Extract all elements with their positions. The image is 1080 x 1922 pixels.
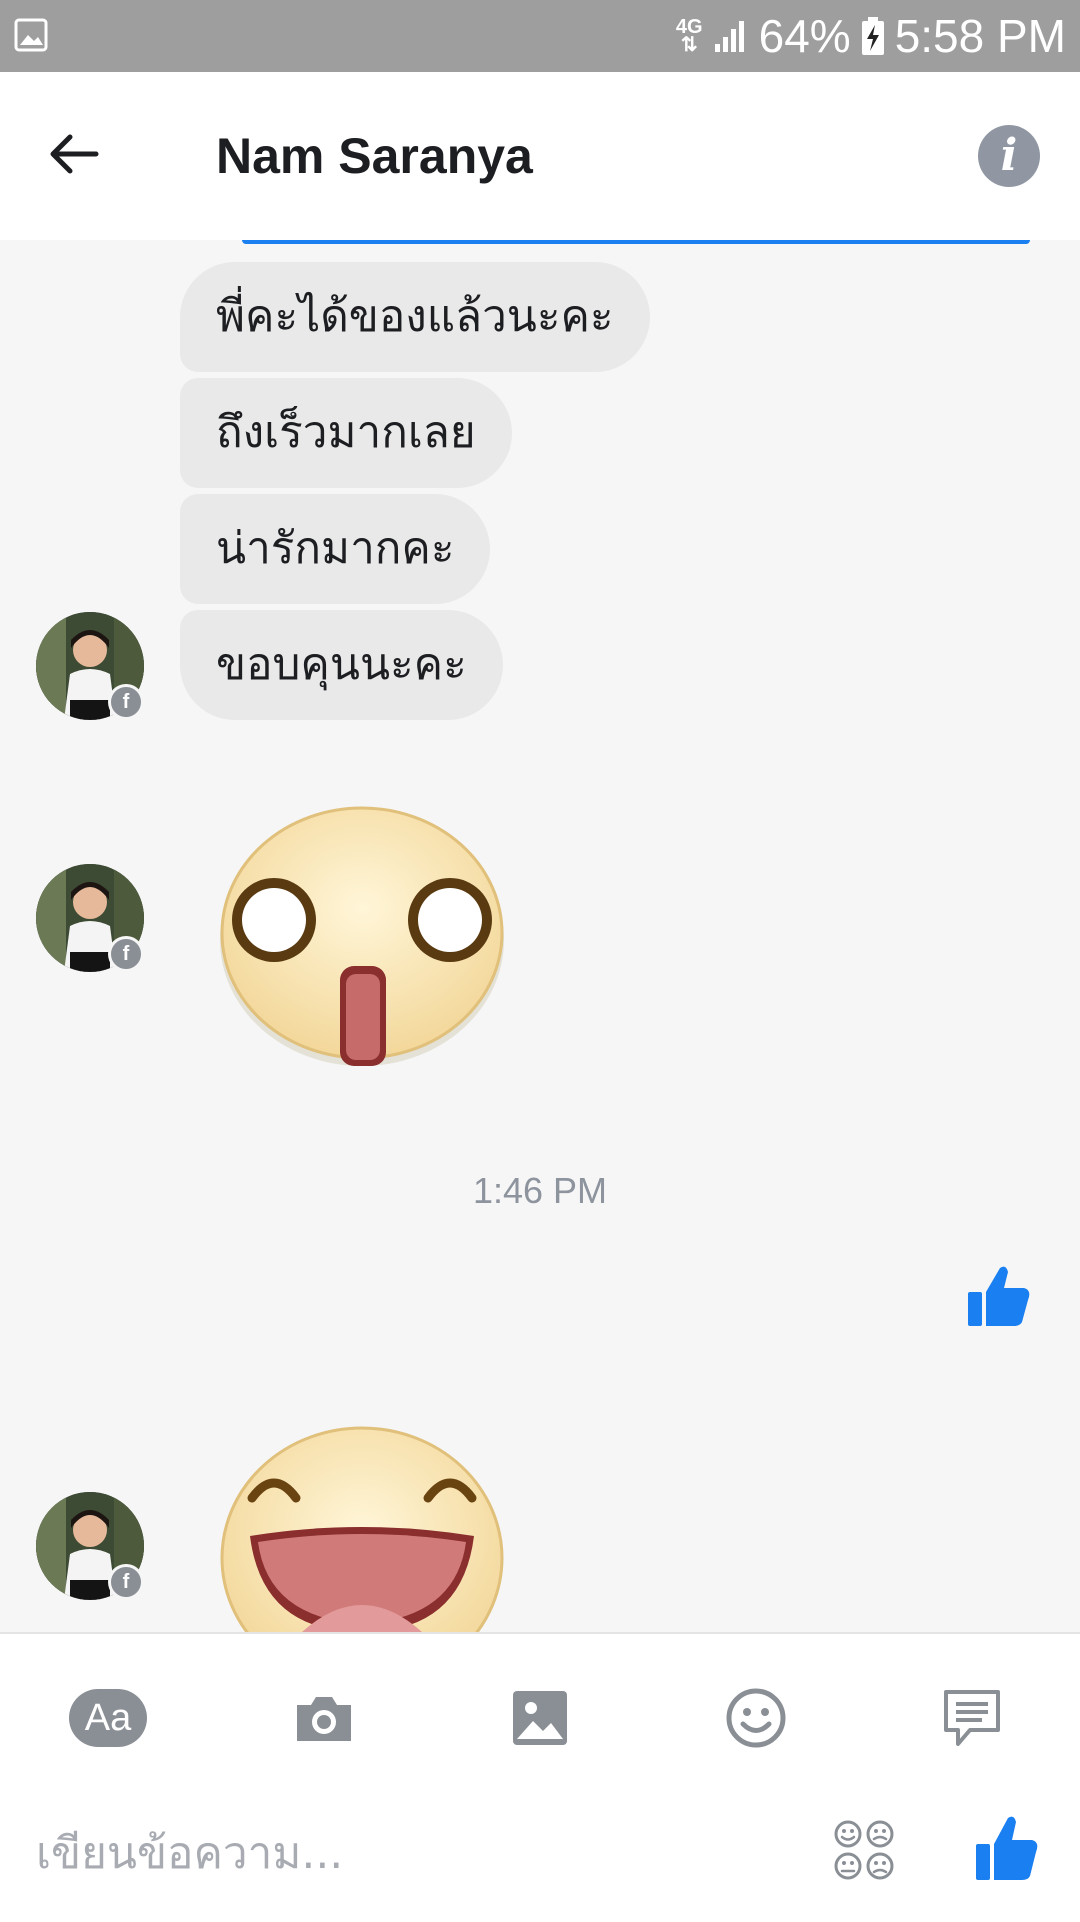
thumbs-up-icon[interactable] [974, 1812, 1040, 1882]
camera-button[interactable] [284, 1678, 364, 1758]
laughing-face-sticker[interactable] [212, 1418, 512, 1632]
image-icon [513, 1691, 567, 1745]
message-text: ขอบคุนนะคะ [216, 639, 467, 690]
smiley-icon [726, 1688, 786, 1748]
battery-percent: 64% [758, 10, 851, 62]
messenger-badge-icon: f [108, 684, 144, 720]
messenger-badge-icon: f [108, 1564, 144, 1600]
message-timestamp: 1:46 PM [472, 1170, 608, 1211]
message-text: พี่คะได้ของแล้วนะคะ [216, 291, 614, 342]
message-composer: Aa เขียนข้อความ... [0, 1632, 1080, 1922]
aa-label: Aa [69, 1689, 147, 1747]
conversation-header: Nam Saranya i [0, 72, 1080, 240]
network-indicator: 4G ⇅ [675, 16, 703, 56]
gallery-icon [14, 18, 48, 52]
camera-icon [297, 1697, 351, 1741]
thumbs-up-icon [968, 1266, 1030, 1326]
sticker-picker-icon[interactable] [832, 1818, 896, 1882]
battery-charging-icon [861, 17, 884, 55]
quick-replies-button[interactable] [932, 1678, 1012, 1758]
info-icon[interactable]: i [978, 125, 1040, 187]
chat-bubble-icon [944, 1690, 1000, 1746]
gallery-button[interactable] [500, 1678, 580, 1758]
shocked-face-sticker[interactable] [212, 788, 512, 1078]
status-bar: 4G ⇅ 64% 5:58 PM [0, 0, 1080, 72]
clock: 5:58 PM [894, 10, 1066, 62]
message-text: น่ารักมากคะ [216, 523, 455, 574]
message-bubble[interactable]: ขอบคุนนะคะ [180, 610, 503, 720]
messenger-badge-icon: f [108, 936, 144, 972]
emoji-button[interactable] [716, 1678, 796, 1758]
text-format-button[interactable]: Aa [68, 1678, 148, 1758]
message-list[interactable]: พี่คะได้ของแล้วนะคะ ถึงเร็วมากเลย น่ารัก… [0, 240, 1080, 1632]
previous-message-edge [242, 240, 1030, 244]
signal-icon [714, 21, 744, 52]
message-input[interactable]: เขียนข้อความ... [36, 1824, 343, 1884]
back-arrow-icon[interactable] [44, 124, 104, 184]
message-bubble[interactable]: ถึงเร็วมากเลย [180, 378, 512, 488]
message-text: ถึงเร็วมากเลย [216, 407, 476, 458]
contact-name[interactable]: Nam Saranya [216, 126, 533, 186]
message-bubble[interactable]: พี่คะได้ของแล้วนะคะ [180, 262, 650, 372]
message-bubble[interactable]: น่ารักมากคะ [180, 494, 491, 604]
